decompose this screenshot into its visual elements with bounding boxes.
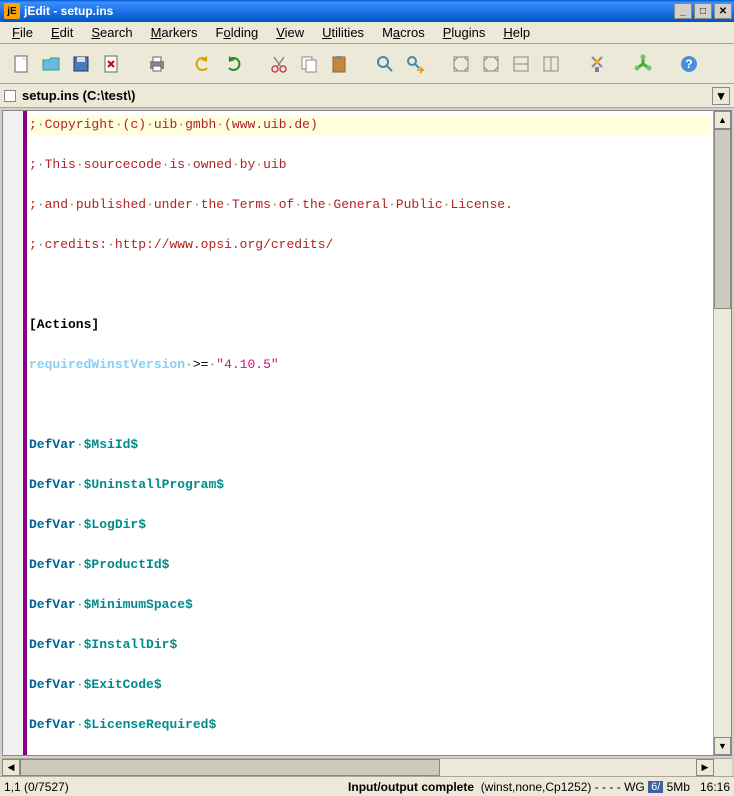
minimize-button[interactable]: _ xyxy=(674,3,692,19)
vertical-scrollbar[interactable]: ▲ ▼ xyxy=(713,111,731,755)
new-view-icon[interactable] xyxy=(448,51,474,77)
find-next-icon[interactable] xyxy=(402,51,428,77)
window-title: jEdit - setup.ins xyxy=(24,4,674,18)
close-file-icon[interactable] xyxy=(98,51,124,77)
new-icon[interactable] xyxy=(8,51,34,77)
caret-position: 1,1 (0/7527) xyxy=(4,780,69,794)
toolbar: ? xyxy=(0,44,734,84)
redo-icon[interactable] xyxy=(220,51,246,77)
menu-markers[interactable]: Markers xyxy=(143,23,206,42)
menu-edit[interactable]: Edit xyxy=(43,23,81,42)
scroll-thumb-v[interactable] xyxy=(714,129,731,309)
find-icon[interactable] xyxy=(372,51,398,77)
titlebar: jE jEdit - setup.ins _ □ ✕ xyxy=(0,0,734,22)
scroll-thumb-h[interactable] xyxy=(20,759,440,776)
plugins-icon[interactable] xyxy=(630,51,656,77)
scroll-left-icon[interactable]: ◀ xyxy=(2,759,20,776)
scroll-right-icon[interactable]: ▶ xyxy=(696,759,714,776)
menu-plugins[interactable]: Plugins xyxy=(435,23,494,42)
memory-used: 6/ xyxy=(648,781,663,793)
menu-folding[interactable]: Folding xyxy=(208,23,267,42)
print-icon[interactable] xyxy=(144,51,170,77)
undo-icon[interactable] xyxy=(190,51,216,77)
help-icon[interactable]: ? xyxy=(676,51,702,77)
code-area[interactable]: ;·Copyright·(c)·uib·gmbh·(www.uib.de) ;·… xyxy=(27,111,713,755)
scroll-up-icon[interactable]: ▲ xyxy=(714,111,731,129)
cut-icon[interactable] xyxy=(266,51,292,77)
buffer-checkbox[interactable] xyxy=(4,90,16,102)
horizontal-scrollbar[interactable]: ◀ ▶ xyxy=(2,758,732,776)
status-mode: (winst,none,Cp1252) - - - - WG xyxy=(481,780,645,794)
copy-icon[interactable] xyxy=(296,51,322,77)
save-icon[interactable] xyxy=(68,51,94,77)
editor: ;·Copyright·(c)·uib·gmbh·(www.uib.de) ;·… xyxy=(2,110,732,756)
split-h-icon[interactable] xyxy=(508,51,534,77)
gutter xyxy=(3,111,27,755)
split-v-icon[interactable] xyxy=(538,51,564,77)
buffer-name: setup.ins (C:\test\) xyxy=(22,88,135,103)
svg-text:?: ? xyxy=(685,57,692,71)
memory-total: 5Mb xyxy=(667,780,690,794)
app-icon: jE xyxy=(4,3,20,19)
status-time: 16:16 xyxy=(700,780,730,794)
scroll-down-icon[interactable]: ▼ xyxy=(714,737,731,755)
menubar: File Edit Search Markers Folding View Ut… xyxy=(0,22,734,44)
open-icon[interactable] xyxy=(38,51,64,77)
menu-utilities[interactable]: Utilities xyxy=(314,23,372,42)
menu-view[interactable]: View xyxy=(268,23,312,42)
menu-file[interactable]: File xyxy=(4,23,41,42)
menu-search[interactable]: Search xyxy=(83,23,140,42)
menu-macros[interactable]: Macros xyxy=(374,23,433,42)
status-message: Input/output complete xyxy=(348,780,474,794)
close-button[interactable]: ✕ xyxy=(714,3,732,19)
settings-icon[interactable] xyxy=(584,51,610,77)
menu-help[interactable]: Help xyxy=(495,23,538,42)
status-bar: 1,1 (0/7527) Input/output complete (wins… xyxy=(0,776,734,796)
maximize-button[interactable]: □ xyxy=(694,3,712,19)
buffer-bar: setup.ins (C:\test\) ▾ xyxy=(0,84,734,108)
paste-icon[interactable] xyxy=(326,51,352,77)
buffer-dropdown[interactable]: ▾ xyxy=(712,87,730,105)
unsplit-icon[interactable] xyxy=(478,51,504,77)
